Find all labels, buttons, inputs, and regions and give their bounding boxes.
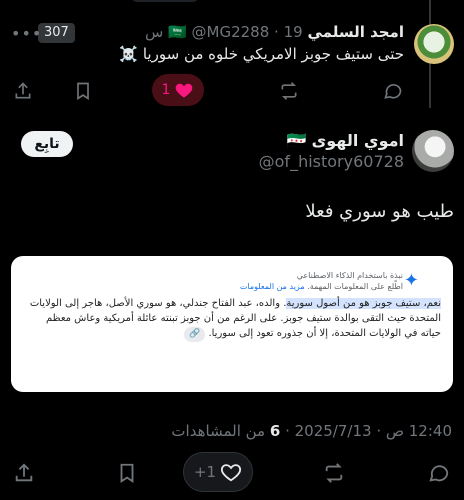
ai-learn-more-link: مزيد من المعلومات [239,282,305,291]
tweet2-handle[interactable]: @of_history60728 [259,152,404,171]
views-count: 6 [269,422,281,440]
reply-icon[interactable] [383,78,403,104]
tweet2-header: اموي الهوى 🇸🇾 [287,131,404,150]
ai-overview-title: نبذة باستخدام الذكاء الاصطناعي [296,271,403,280]
previous-item-pill [130,0,200,2]
sparkle-icon: ✦ [403,270,419,291]
avatar-amawi[interactable] [412,130,454,172]
bookmark-icon-bottom[interactable] [116,460,138,486]
tweet1-handle[interactable]: @MG2288 [192,23,270,41]
like-count-bottom: +1 [193,463,217,481]
like-count: 1 [161,82,171,98]
tweet1-separator: · [274,23,279,41]
heart-filled-icon [176,83,193,98]
avatar-amjad[interactable] [414,24,454,64]
ai-overview-image[interactable]: ✦ نبذة باستخدام الذكاء الاصطناعي اطّلع ع… [11,256,453,392]
tweet1-header: امجد السلمي 🇸🇦 @MG2288 · 19 س [145,23,404,41]
retweet-icon-bottom[interactable] [322,460,346,486]
tweet2-author-name[interactable]: اموي الهوى [312,131,404,150]
ai-overview-header: نبذة باستخدام الذكاء الاصطناعي اطّلع على… [240,270,403,292]
bookmark-icon[interactable] [73,78,93,104]
tweet2-text: طيب هو سوري فعلا [305,201,454,222]
like-button-active[interactable]: 1 [152,74,204,106]
reply-icon-bottom[interactable] [428,460,450,486]
syria-flag-icon: 🇸🇾 [286,131,307,150]
views-label: من المشاهدات [171,422,266,440]
more-options-icon[interactable]: ••• [11,24,42,43]
share-icon-bottom[interactable] [13,460,35,486]
tweet1-text: حتى ستيف جوبز الامريكي خلوه من سوريا ☠️ [119,45,404,63]
link-chip-icon: 🔗 [184,327,206,342]
ai-overview-body: نعم، ستيف جوبز هو من أصول سورية. والده، … [23,296,441,342]
retweet-icon[interactable] [278,78,300,104]
count-badge: 307 [38,23,75,43]
heart-outline-icon [221,464,242,482]
tweet1-author-name[interactable]: امجد السلمي [307,23,404,41]
ai-highlight-text: نعم، ستيف جوبز هو من أصول سورية [286,298,441,309]
follow-button[interactable]: تابِع [21,131,73,157]
tweet2-timestamp[interactable]: 12:40 ص · 2025/7/13 · [285,422,452,440]
share-icon[interactable] [13,78,33,104]
tweet2-meta: 12:40 ص · 2025/7/13 · 6 من المشاهدات [171,422,452,440]
saudi-flag-icon: 🇸🇦 [168,23,187,41]
ai-overview-subtitle: اطّلع على المعلومات المهمة. [307,282,403,291]
like-button-bottom[interactable]: +1 [183,452,253,492]
